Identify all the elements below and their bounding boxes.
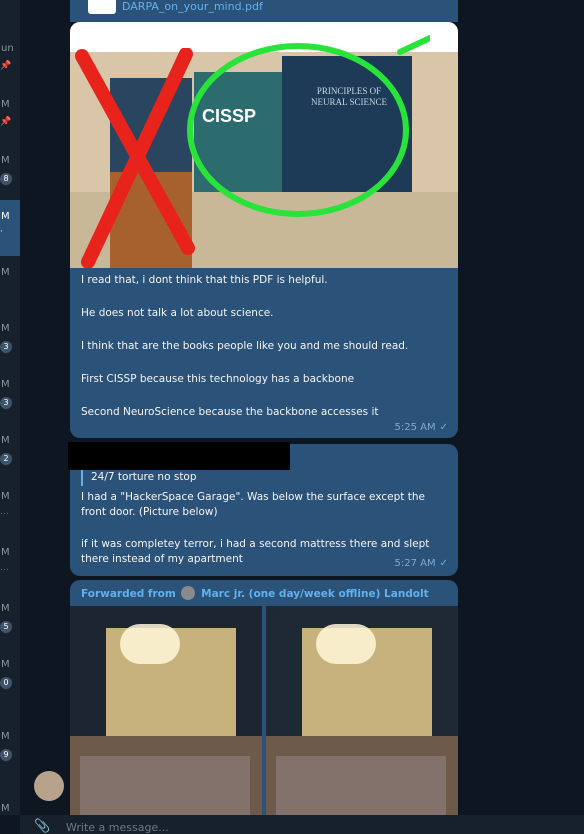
chat-time: M — [1, 491, 10, 502]
compose-left-spacer — [0, 815, 20, 834]
forwarded-message[interactable]: Forwarded from Marc jr. (one day/week of… — [70, 580, 458, 815]
ellipsis-icon: … — [0, 563, 9, 573]
pin-icon: 📌 — [0, 117, 12, 127]
file-icon[interactable] — [88, 0, 116, 14]
chat-time: M — [1, 211, 10, 222]
message-time: 5:27 AM ✓ — [395, 558, 449, 569]
chat-time: M — [1, 731, 10, 742]
forwarded-label: Forwarded from — [81, 588, 176, 600]
message-time: 5:25 AM ✓ — [395, 422, 449, 433]
forwarded-avatar — [181, 586, 196, 600]
compose-bar[interactable]: 📎 Write a message... — [20, 815, 584, 834]
attached-photo[interactable]: CISSP PRINCIPLES OF NEURAL SCIENCE — [70, 22, 458, 268]
chat-time: M — [1, 155, 10, 166]
file-name-link[interactable]: DARPA_on_your_mind.pdf — [122, 0, 263, 13]
chat-time: M — [1, 803, 10, 814]
photo-clutter — [276, 756, 446, 815]
time-text: 5:27 AM — [394, 558, 436, 569]
photo-light — [316, 624, 376, 664]
redacted-sender — [68, 442, 290, 470]
forwarded-header[interactable]: Forwarded from Marc jr. (one day/week of… — [81, 586, 429, 600]
message-input[interactable]: Write a message... — [66, 821, 169, 834]
message-line: He does not talk a lot about science. — [81, 307, 274, 319]
time-text: 5:25 AM — [394, 422, 436, 433]
chat-area[interactable]: DARPA_on_your_mind.pdf CISSP PRINCIPLES … — [20, 0, 584, 815]
chat-time: M — [1, 547, 10, 558]
message-paragraph: if it was completey terror, i had a seco… — [81, 538, 430, 565]
chat-time: M — [1, 379, 10, 390]
ellipsis-icon: … — [0, 507, 9, 517]
message-text: I had a "HackerSpace Garage". Was below … — [81, 490, 447, 576]
unread-badge: 5 — [0, 621, 12, 633]
sender-avatar[interactable] — [34, 771, 64, 801]
chat-time: M — [1, 267, 10, 278]
read-check-icon: ✓ — [439, 558, 448, 569]
chat-time: un — [1, 43, 14, 54]
chat-time: M — [1, 603, 10, 614]
forwarded-name[interactable]: Marc jr. (one day/week offline) Landolt — [201, 588, 429, 600]
unread-badge: 3 — [0, 341, 12, 353]
chat-time: M — [1, 435, 10, 446]
unread-badge: 9 — [0, 749, 12, 761]
garage-photo-right[interactable] — [266, 606, 458, 815]
chat-time: M — [1, 99, 10, 110]
photo-light — [120, 624, 180, 664]
reply-quote[interactable]: 24/7 torture no stop — [81, 468, 457, 486]
message-line: First CISSP because this technology has … — [81, 373, 355, 385]
message-paragraph: I had a "HackerSpace Garage". Was below … — [81, 491, 425, 518]
unread-badge: 2 — [0, 453, 12, 465]
chat-list-sidebar[interactable]: un 📌 M 📌 M 8 M · M M 3 M 3 M 2 M … M … M… — [0, 0, 20, 815]
unread-badge: 3 — [0, 397, 12, 409]
attach-icon[interactable]: 📎 — [34, 819, 50, 834]
active-chat-highlight — [0, 200, 20, 256]
green-circle-mark — [187, 35, 430, 217]
message-bubble[interactable]: CISSP PRINCIPLES OF NEURAL SCIENCE I rea… — [70, 22, 458, 438]
typing-indicator: · — [0, 227, 3, 237]
read-check-icon: ✓ — [439, 422, 448, 433]
pin-icon: 📌 — [0, 61, 12, 71]
unread-badge: 8 — [0, 173, 12, 185]
message-line: I think that are the books people like y… — [81, 340, 409, 352]
garage-photo-left[interactable] — [70, 606, 262, 815]
file-message[interactable]: DARPA_on_your_mind.pdf — [70, 0, 458, 22]
chat-time: M — [1, 659, 10, 670]
message-line: Second NeuroScience because the backbone… — [81, 406, 379, 418]
message-text: I read that, i dont think that this PDF … — [81, 274, 447, 438]
chat-time: M — [1, 323, 10, 334]
message-line: I read that, i dont think that this PDF … — [81, 274, 328, 286]
unread-badge: 0 — [0, 677, 12, 689]
photo-clutter — [80, 756, 250, 815]
